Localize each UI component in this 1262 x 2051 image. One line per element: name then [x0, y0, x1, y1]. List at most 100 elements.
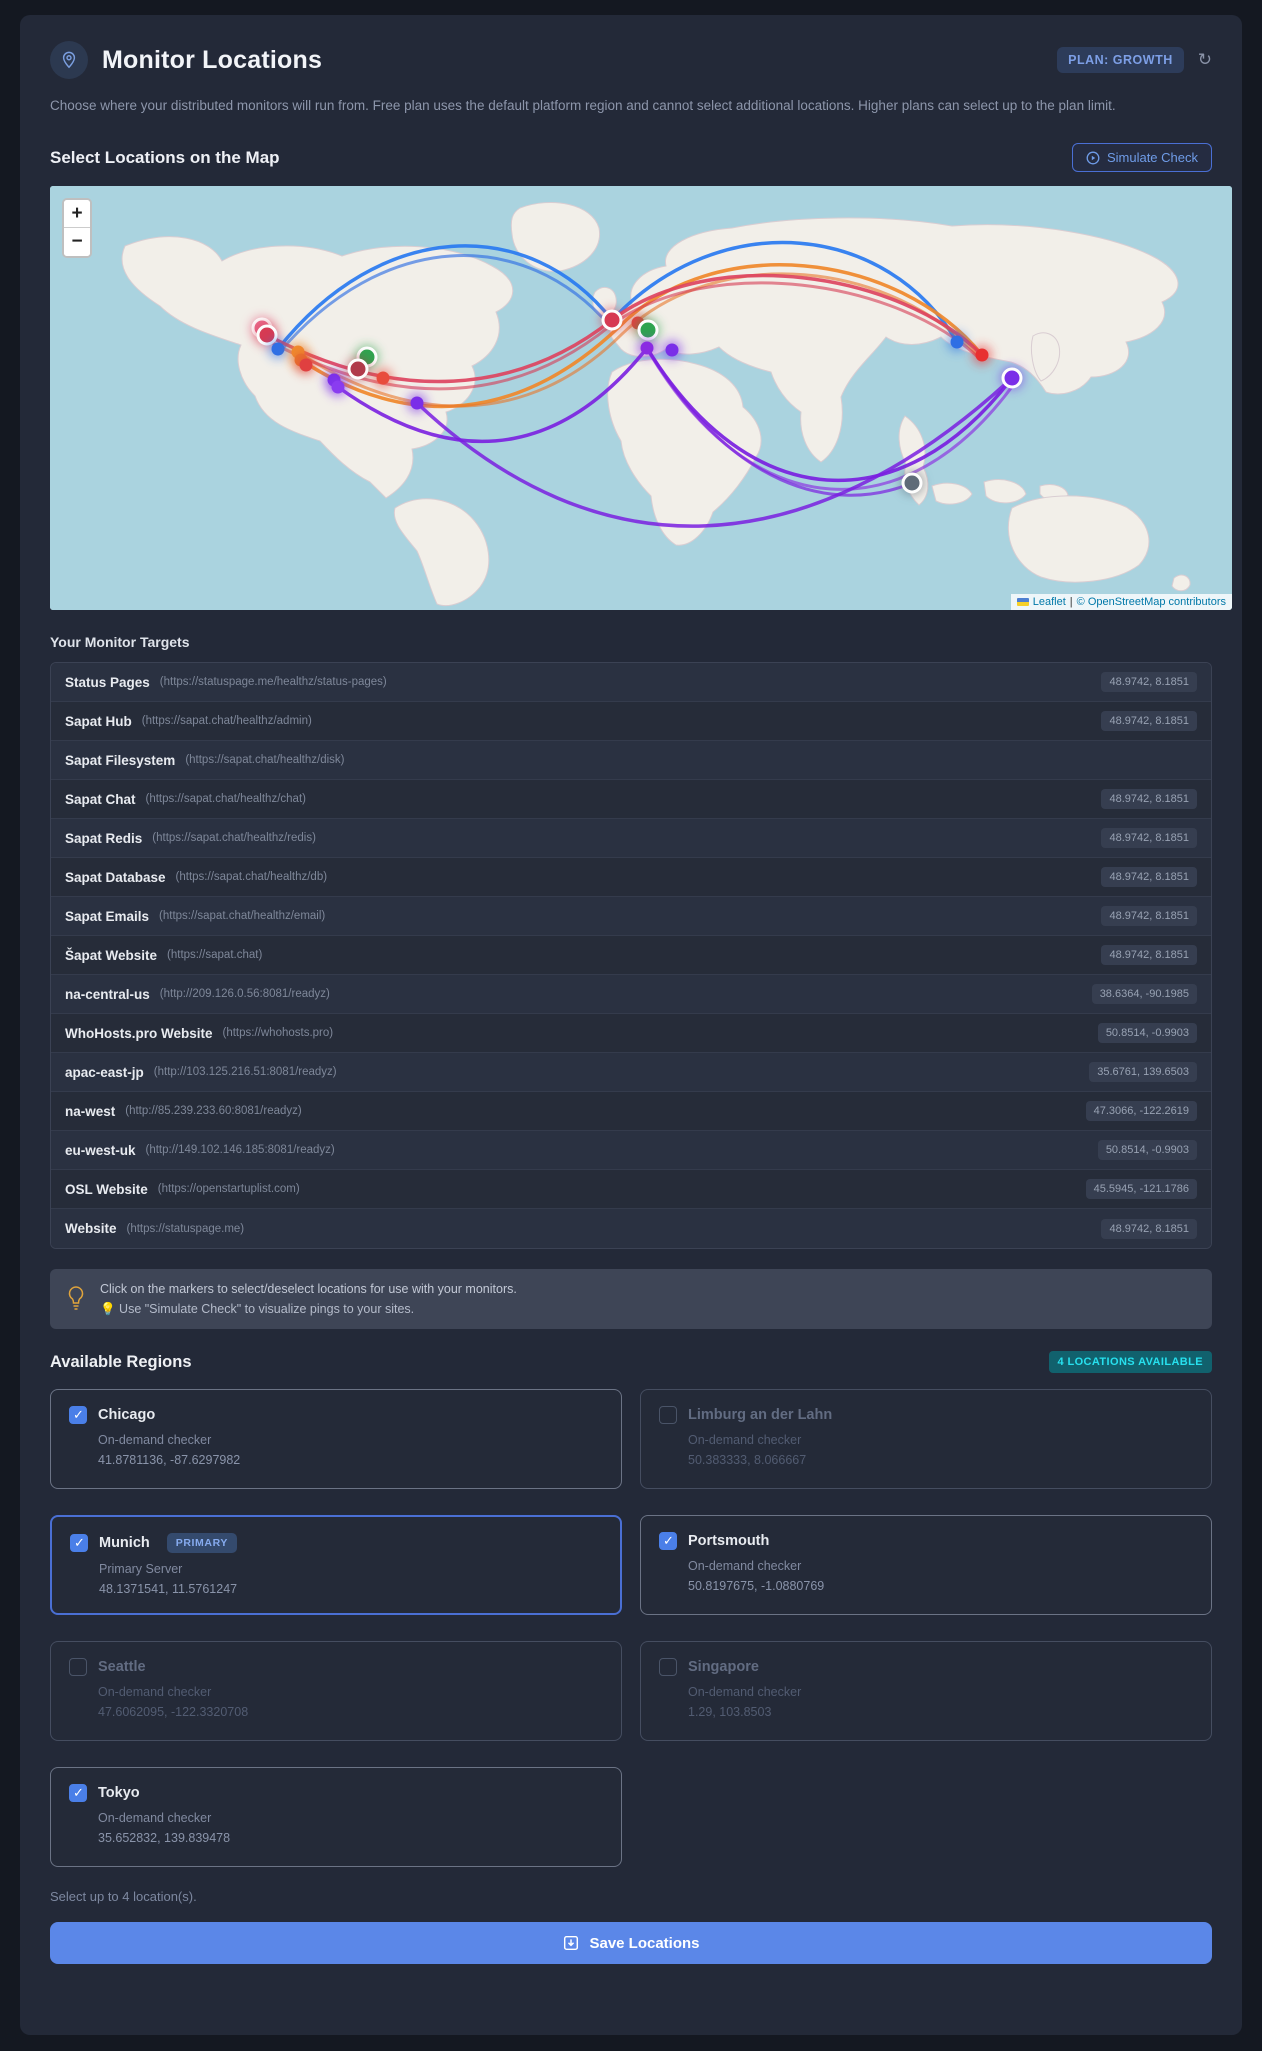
page-description: Choose where your distributed monitors w…: [50, 98, 1116, 113]
map-canvas: [50, 186, 1232, 611]
marker-seattle-blue[interactable]: [271, 342, 285, 356]
target-row[interactable]: Sapat Emails (https://sapat.chat/healthz…: [51, 897, 1211, 937]
target-row[interactable]: Sapat Database (https://sapat.chat/healt…: [51, 858, 1211, 898]
region-checkbox[interactable]: [659, 1406, 677, 1425]
region-name: Portsmouth: [688, 1533, 770, 1550]
region-card-singapore[interactable]: Singapore PRIMARY On-demand checker 1.29…: [640, 1641, 1212, 1742]
target-row[interactable]: WhoHosts.pro Website (https://whohosts.p…: [51, 1014, 1211, 1054]
region-checkbox[interactable]: [659, 1658, 677, 1677]
marker-us-maroon-ring[interactable]: [347, 358, 369, 380]
target-url: (http://209.126.0.56:8081/readyz): [159, 988, 330, 1001]
marker-asia-blue[interactable]: [950, 335, 964, 349]
marker-asia-red[interactable]: [975, 348, 989, 362]
target-row[interactable]: Status Pages (https://statuspage.me/heal…: [51, 663, 1211, 703]
region-checkbox[interactable]: [69, 1658, 87, 1677]
target-coords-badge: 50.8514, -0.9903: [1097, 1023, 1197, 1044]
target-coords-badge: 48.9742, 8.1851: [1101, 828, 1197, 849]
tip-line1: Click on the markers to select/deselect …: [100, 1282, 517, 1297]
target-row[interactable]: Šapat Website (https://sapat.chat) 48.97…: [51, 936, 1211, 976]
save-locations-button[interactable]: Save Locations: [50, 1922, 1212, 1965]
location-pin-icon: [50, 41, 88, 79]
target-name: na-central-us: [65, 986, 150, 1002]
zoom-out-button[interactable]: −: [64, 228, 90, 257]
region-name: Tokyo: [98, 1785, 140, 1802]
target-name: Sapat Filesystem: [65, 752, 176, 768]
region-name: Munich: [99, 1535, 150, 1552]
region-subtitle: On-demand checker: [98, 1811, 212, 1826]
region-card-chicago[interactable]: Chicago PRIMARY On-demand checker 41.878…: [50, 1389, 622, 1490]
marker-us-purple-2[interactable]: [331, 380, 345, 394]
select-limit-note: Select up to 4 location(s).: [50, 1889, 197, 1905]
region-checkbox[interactable]: [659, 1532, 677, 1551]
marker-us-purple-3[interactable]: [410, 396, 424, 410]
region-subtitle: On-demand checker: [688, 1433, 802, 1448]
locations-available-badge: 4 LOCATIONS AVAILABLE: [1048, 1351, 1212, 1374]
target-name: Sapat Redis: [65, 830, 143, 846]
target-row[interactable]: na-central-us (http://209.126.0.56:8081/…: [51, 975, 1211, 1015]
marker-us-red-1[interactable]: [299, 358, 313, 372]
target-row[interactable]: na-west (http://85.239.233.60:8081/ready…: [51, 1092, 1211, 1132]
target-url: (https://sapat.chat): [167, 949, 263, 962]
simulate-check-button[interactable]: Simulate Check: [1071, 143, 1212, 173]
region-checkbox[interactable]: [69, 1406, 87, 1425]
target-coords-badge: 35.6761, 139.6503: [1089, 1062, 1197, 1083]
marker-us-red-2[interactable]: [376, 371, 390, 385]
page-title: Monitor Locations: [102, 45, 323, 74]
region-checkbox[interactable]: [69, 1784, 87, 1803]
zoom-in-button[interactable]: +: [64, 200, 90, 229]
region-card-portsmouth[interactable]: Portsmouth PRIMARY On-demand checker 50.…: [640, 1515, 1212, 1616]
map-section-title: Select Locations on the Map: [50, 147, 280, 167]
target-coords-badge: 48.9742, 8.1851: [1101, 906, 1197, 927]
target-row[interactable]: eu-west-uk (http://149.102.146.185:8081/…: [51, 1131, 1211, 1171]
osm-link[interactable]: © OpenStreetMap contributors: [1077, 596, 1226, 608]
marker-singapore-gray-ring[interactable]: [901, 472, 923, 494]
marker-eu-green-ring[interactable]: [637, 319, 659, 341]
marker-eu-purple-1[interactable]: [640, 341, 654, 355]
tip-box: Click on the markers to select/deselect …: [50, 1269, 1212, 1330]
region-subtitle: On-demand checker: [98, 1685, 212, 1700]
target-url: (https://sapat.chat/healthz/db): [175, 871, 328, 884]
target-url: (https://sapat.chat/healthz/redis): [152, 832, 316, 845]
target-row[interactable]: Sapat Filesystem (https://sapat.chat/hea…: [51, 741, 1211, 781]
save-icon: [564, 1936, 579, 1951]
target-row[interactable]: Website (https://statuspage.me) 48.9742,…: [51, 1209, 1211, 1249]
region-card-limburg-an-der-lahn[interactable]: Limburg an der Lahn PRIMARY On-demand ch…: [640, 1389, 1212, 1490]
marker-eu-red-ring[interactable]: [601, 309, 623, 331]
target-name: Website: [65, 1221, 117, 1237]
target-coords-badge: 48.9742, 8.1851: [1101, 672, 1197, 693]
marker-eu-purple-2[interactable]: [665, 343, 679, 357]
region-coords: 48.1371541, 11.5761247: [99, 1582, 238, 1597]
target-name: WhoHosts.pro Website: [65, 1025, 213, 1041]
target-row[interactable]: Sapat Redis (https://sapat.chat/healthz/…: [51, 819, 1211, 859]
target-coords-badge: 48.9742, 8.1851: [1101, 711, 1197, 732]
leaflet-link[interactable]: Leaflet: [1033, 596, 1066, 608]
target-row[interactable]: OSL Website (https://openstartuplist.com…: [51, 1170, 1211, 1210]
region-coords: 50.8197675, -1.0880769: [688, 1579, 825, 1594]
refresh-icon[interactable]: ↻: [1198, 50, 1212, 70]
region-checkbox[interactable]: [70, 1534, 88, 1553]
target-coords-badge: 38.6364, -90.1985: [1091, 984, 1197, 1005]
regions-heading: Available Regions: [50, 1352, 192, 1371]
region-card-seattle[interactable]: Seattle PRIMARY On-demand checker 47.606…: [50, 1641, 622, 1742]
target-name: OSL Website: [65, 1181, 148, 1197]
target-coords-badge: 47.3066, -122.2619: [1085, 1101, 1197, 1122]
target-name: Sapat Chat: [65, 791, 136, 807]
marker-tokyo-purple-ring[interactable]: [1001, 367, 1023, 389]
lightbulb-icon: [68, 1286, 84, 1311]
target-name: Šapat Website: [65, 947, 158, 963]
target-name: eu-west-uk: [65, 1142, 136, 1158]
map-zoom-control: + −: [62, 198, 92, 259]
region-card-tokyo[interactable]: Tokyo PRIMARY On-demand checker 35.65283…: [50, 1767, 622, 1868]
target-coords-badge: 50.8514, -0.9903: [1097, 1140, 1197, 1161]
region-coords: 47.6062095, -122.3320708: [98, 1705, 249, 1720]
region-subtitle: On-demand checker: [98, 1433, 212, 1448]
target-row[interactable]: Sapat Hub (https://sapat.chat/healthz/ad…: [51, 702, 1211, 742]
target-row[interactable]: Sapat Chat (https://sapat.chat/healthz/c…: [51, 780, 1211, 820]
regions-grid: Chicago PRIMARY On-demand checker 41.878…: [50, 1389, 1212, 1868]
target-coords-badge: 48.9742, 8.1851: [1101, 867, 1197, 888]
region-name: Limburg an der Lahn: [688, 1407, 833, 1424]
target-row[interactable]: apac-east-jp (http://103.125.216.51:8081…: [51, 1053, 1211, 1093]
region-card-munich[interactable]: Munich PRIMARY Primary Server 48.1371541…: [50, 1515, 622, 1616]
target-url: (https://sapat.chat/healthz/email): [159, 910, 326, 923]
world-map[interactable]: + − Leaflet | © OpenStreetMap contributo…: [50, 186, 1232, 611]
